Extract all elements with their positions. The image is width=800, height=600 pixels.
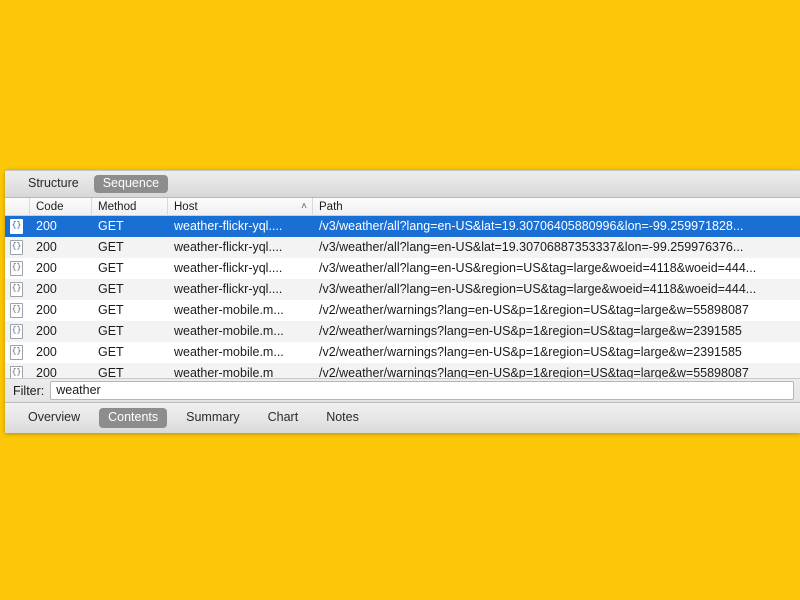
json-document-icon: {} — [10, 303, 23, 318]
cell-code: 200 — [36, 324, 57, 338]
cell-method: GET — [98, 261, 124, 275]
tab-contents[interactable]: Contents — [99, 407, 168, 429]
cell-code: 200 — [36, 282, 57, 296]
row-icon-cell: {} — [5, 279, 30, 300]
json-document-icon: {} — [10, 219, 23, 234]
cell-method: GET — [98, 240, 124, 254]
cell-code: 200 — [36, 345, 57, 359]
cell-path: /v3/weather/all?lang=en-US&region=US&tag… — [319, 261, 757, 275]
cell-code: 200 — [36, 240, 57, 254]
cell-path: /v3/weather/all?lang=en-US&lat=19.307068… — [319, 240, 744, 254]
cell-path: /v3/weather/all?lang=en-US&region=US&tag… — [319, 282, 757, 296]
tab-structure[interactable]: Structure — [19, 175, 88, 194]
cell-host: weather-flickr-yql.... — [174, 282, 283, 296]
cell-code: 200 — [36, 261, 57, 275]
cell-method: GET — [98, 324, 124, 338]
cell-host: weather-flickr-yql.... — [174, 219, 283, 233]
cell-host: weather-mobile.m... — [174, 303, 284, 317]
column-header-code[interactable]: Code — [30, 197, 92, 216]
cell-path: /v2/weather/warnings?lang=en-US&p=1&regi… — [319, 366, 749, 379]
column-header-icon[interactable] — [5, 197, 30, 216]
row-icon-cell: {} — [5, 342, 30, 363]
table-header-row: Code Method Host ˄ Path — [5, 197, 800, 216]
filter-input[interactable]: weather — [50, 381, 794, 400]
filter-label: Filter: — [13, 383, 45, 398]
row-icon-cell: {} — [5, 216, 30, 237]
json-document-icon: {} — [10, 240, 23, 255]
cell-code: 200 — [36, 303, 57, 317]
cell-method: GET — [98, 345, 124, 359]
row-icon-cell: {} — [5, 258, 30, 279]
table-row[interactable]: {} 200 GET weather-mobile.m... /v2/weath… — [5, 300, 800, 321]
row-icon-cell: {} — [5, 300, 30, 321]
cell-host: weather-mobile.m... — [174, 345, 284, 359]
table-row[interactable]: {} 200 GET weather-flickr-yql.... /v3/we… — [5, 279, 800, 300]
tab-sequence[interactable]: Sequence — [93, 174, 169, 194]
table-row[interactable]: {} 200 GET weather-mobile.m /v2/weather/… — [5, 363, 800, 379]
cell-code: 200 — [36, 366, 57, 379]
row-icon-cell: {} — [5, 237, 30, 258]
cell-method: GET — [98, 219, 124, 233]
request-list[interactable]: {} 200 GET weather-flickr-yql.... /v3/we… — [5, 216, 800, 379]
row-icon-cell: {} — [5, 363, 30, 378]
tab-summary[interactable]: Summary — [177, 408, 248, 429]
cell-method: GET — [98, 282, 124, 296]
cell-host: weather-flickr-yql.... — [174, 240, 283, 254]
json-document-icon: {} — [10, 261, 23, 276]
column-header-host[interactable]: Host ˄ — [168, 197, 313, 216]
table-row[interactable]: {} 200 GET weather-flickr-yql.... /v3/we… — [5, 258, 800, 279]
cell-host: weather-mobile.m... — [174, 324, 284, 338]
cell-path: /v3/weather/all?lang=en-US&lat=19.307064… — [319, 219, 744, 233]
view-mode-tabbar: Structure Sequence — [5, 171, 800, 198]
sort-ascending-caret-icon: ˄ — [301, 200, 307, 212]
json-document-icon: {} — [10, 366, 23, 378]
cell-code: 200 — [36, 219, 57, 233]
column-header-host-label: Host — [174, 200, 198, 213]
table-row[interactable]: {} 200 GET weather-flickr-yql.... /v3/we… — [5, 237, 800, 258]
row-icon-cell: {} — [5, 321, 30, 342]
cell-method: GET — [98, 303, 124, 317]
cell-path: /v2/weather/warnings?lang=en-US&p=1&regi… — [319, 324, 742, 338]
cell-path: /v2/weather/warnings?lang=en-US&p=1&regi… — [319, 303, 749, 317]
table-row[interactable]: {} 200 GET weather-flickr-yql.... /v3/we… — [5, 216, 800, 237]
detail-tabbar: Overview Contents Summary Chart Notes — [5, 403, 800, 433]
table-row[interactable]: {} 200 GET weather-mobile.m... /v2/weath… — [5, 342, 800, 363]
json-document-icon: {} — [10, 282, 23, 297]
cell-host: weather-mobile.m — [174, 366, 274, 379]
json-document-icon: {} — [10, 345, 23, 360]
tab-notes[interactable]: Notes — [317, 408, 368, 429]
column-header-path[interactable]: Path — [313, 198, 800, 216]
filter-bar: Filter: weather — [5, 379, 800, 403]
cell-path: /v2/weather/warnings?lang=en-US&p=1&regi… — [319, 345, 742, 359]
tab-overview[interactable]: Overview — [19, 408, 89, 429]
table-row[interactable]: {} 200 GET weather-mobile.m... /v2/weath… — [5, 321, 800, 342]
cell-method: GET — [98, 366, 124, 379]
http-debugger-window: Structure Sequence Code Method Host ˄ Pa… — [5, 170, 800, 433]
json-document-icon: {} — [10, 324, 23, 339]
cell-host: weather-flickr-yql.... — [174, 261, 283, 275]
tab-chart[interactable]: Chart — [259, 408, 308, 429]
column-header-method[interactable]: Method — [92, 197, 168, 216]
